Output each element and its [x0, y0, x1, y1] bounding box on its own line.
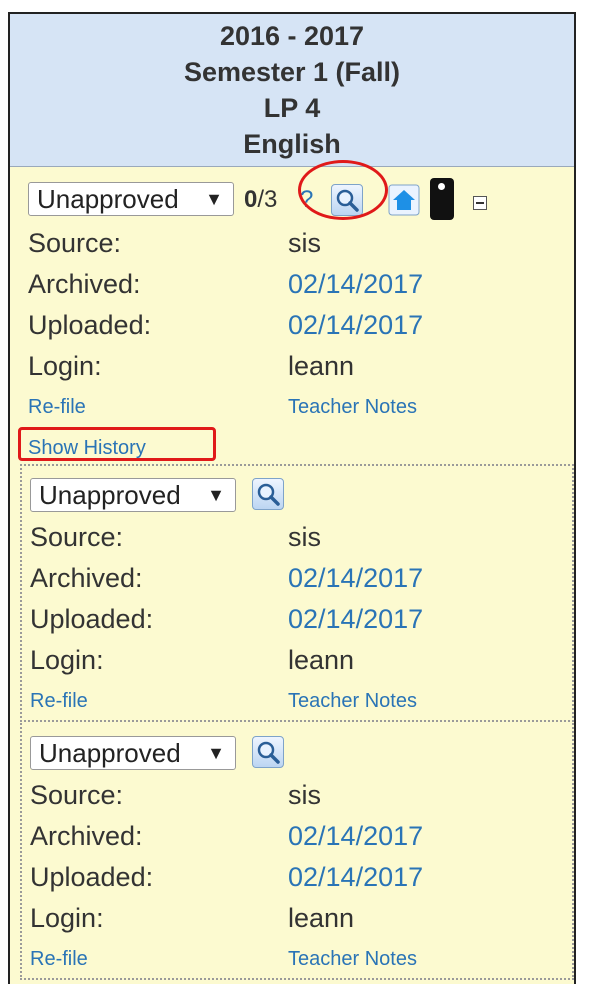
login-value: leann: [288, 645, 355, 675]
archived-label: Archived:: [28, 269, 141, 299]
uploaded-date[interactable]: 02/14/2017: [288, 862, 423, 893]
chevron-down-icon: ▼: [207, 743, 225, 763]
record-1: Unapproved ▼ 0/3 ? Source: sis Archived:…: [10, 166, 574, 466]
status-select-value: Unapproved: [37, 184, 179, 214]
chevron-down-icon: ▼: [207, 485, 225, 505]
magnifier-icon[interactable]: [252, 736, 284, 768]
source-value: sis: [288, 228, 321, 258]
source-value: sis: [288, 780, 321, 810]
source-value: sis: [288, 522, 321, 552]
source-label: Source:: [30, 780, 124, 810]
login-label: Login:: [30, 645, 104, 675]
status-select-value: Unapproved: [39, 480, 181, 510]
login-label: Login:: [30, 903, 104, 933]
login-label: Login:: [28, 351, 102, 381]
highlight-box: [18, 427, 216, 461]
history-record-3: Unapproved ▼ Source: sis Archived: 02/14…: [20, 720, 574, 980]
login-value: leann: [288, 351, 355, 381]
archived-date[interactable]: 02/14/2017: [288, 269, 423, 300]
semester-label: Semester 1 (Fall): [183, 57, 401, 87]
uploaded-label: Uploaded:: [30, 604, 154, 634]
teacher-notes-link[interactable]: Teacher Notes: [288, 948, 417, 971]
home-icon[interactable]: [388, 184, 420, 216]
uploaded-date[interactable]: 02/14/2017: [288, 310, 423, 341]
refile-link[interactable]: Re-file: [30, 690, 88, 713]
status-select[interactable]: Unapproved ▼: [30, 736, 236, 770]
status-select-value: Unapproved: [39, 738, 181, 768]
archived-label: Archived:: [30, 821, 143, 851]
source-label: Source:: [30, 522, 124, 552]
uploaded-label: Uploaded:: [28, 310, 152, 340]
lp-label: LP 4: [263, 93, 321, 123]
archived-date[interactable]: 02/14/2017: [288, 563, 423, 594]
history-record-2: Unapproved ▼ Source: sis Archived: 02/14…: [20, 464, 574, 722]
login-value: leann: [288, 903, 355, 933]
collapse-icon[interactable]: [473, 196, 487, 210]
magnifier-icon[interactable]: [252, 478, 284, 510]
teacher-notes-link[interactable]: Teacher Notes: [288, 396, 417, 419]
approval-count: 0/3: [244, 186, 278, 213]
term-panel: 2016 - 2017 Semester 1 (Fall) LP 4 Engli…: [8, 12, 576, 984]
teacher-notes-link[interactable]: Teacher Notes: [288, 690, 417, 713]
refile-link[interactable]: Re-file: [30, 948, 88, 971]
archived-label: Archived:: [30, 563, 143, 593]
status-select[interactable]: Unapproved ▼: [30, 478, 236, 512]
highlight-circle: [298, 160, 388, 220]
source-label: Source:: [28, 228, 122, 258]
archived-date[interactable]: 02/14/2017: [288, 821, 423, 852]
school-year: 2016 - 2017: [219, 21, 365, 51]
status-select[interactable]: Unapproved ▼: [28, 182, 234, 216]
refile-link[interactable]: Re-file: [28, 396, 86, 419]
uploaded-label: Uploaded:: [30, 862, 154, 892]
uploaded-date[interactable]: 02/14/2017: [288, 604, 423, 635]
phone-icon[interactable]: [430, 178, 454, 220]
chevron-down-icon: ▼: [205, 189, 223, 209]
term-header: 2016 - 2017 Semester 1 (Fall) LP 4 Engli…: [10, 14, 574, 167]
subject-label: English: [243, 129, 341, 159]
